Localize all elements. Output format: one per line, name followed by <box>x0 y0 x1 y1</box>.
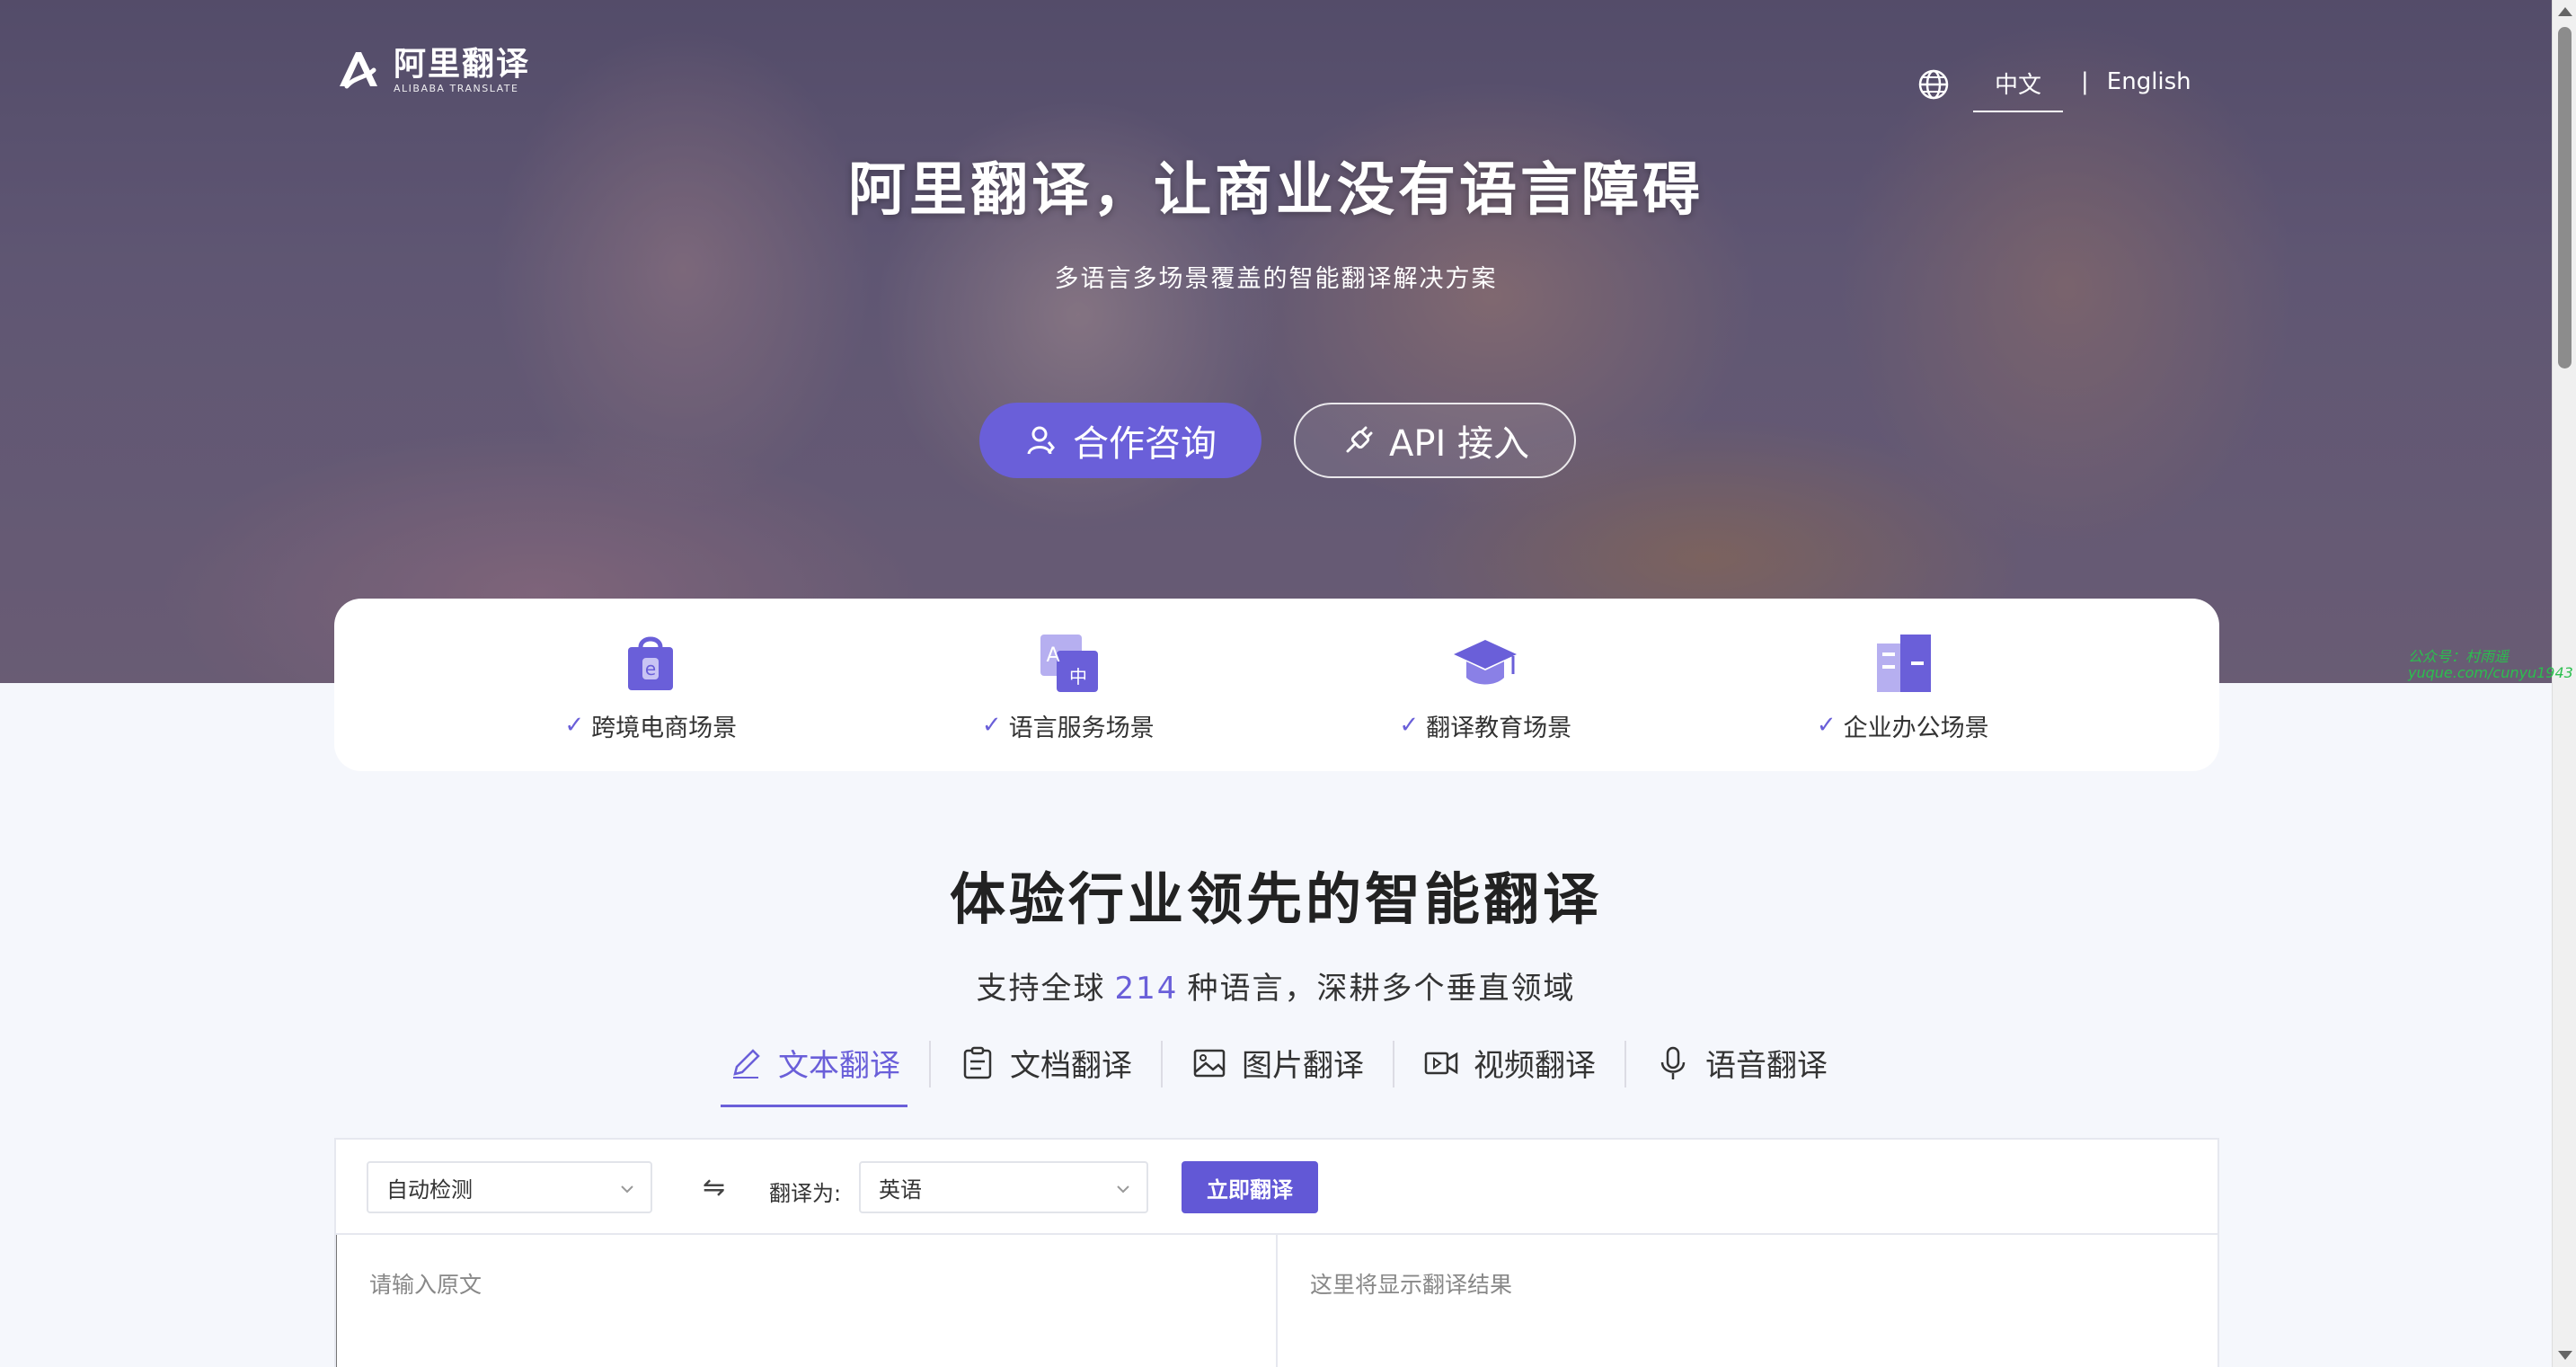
alibaba-translate-logo[interactable]: 阿里翻译 ALIBABA TRANSLATE <box>331 43 530 97</box>
image-icon <box>1193 1049 1226 1077</box>
scenario-label: 翻译教育场景 <box>1426 714 1572 742</box>
scenario-card: e ✓ 跨境电商场景 A 中 ✓ 语言服务场景 ✓ 翻译教育场景 ✓ 企业办公场… <box>334 599 2219 771</box>
scenario-education[interactable]: ✓ 翻译教育场景 <box>1350 627 1620 743</box>
tab-divider <box>1624 1041 1626 1087</box>
target-language-select[interactable]: 英语 <box>859 1161 1148 1213</box>
scenario-language-service[interactable]: A 中 ✓ 语言服务场景 <box>934 627 1203 743</box>
tab-text-translation[interactable]: 文本翻译 <box>721 1041 907 1107</box>
graduation-cap-icon <box>1454 639 1518 684</box>
check-icon: ✓ <box>564 712 585 739</box>
scroll-up-arrow-icon[interactable] <box>2558 7 2572 16</box>
hero-title: 阿里翻译，让商业没有语言障碍 <box>848 156 1704 224</box>
logo-text-en: ALIBABA TRANSLATE <box>394 82 519 94</box>
consult-button[interactable]: 合作咨询 <box>979 403 1261 478</box>
translator-toolbar: 自动检测 ⇋ 翻译为: 英语 立即翻译 <box>336 1140 2217 1235</box>
video-icon <box>1424 1052 1458 1074</box>
globe-icon <box>1918 69 1949 99</box>
logo-icon <box>340 52 377 89</box>
tab-label: 文本翻译 <box>778 1048 900 1084</box>
tab-label: 语音翻译 <box>1705 1048 1828 1084</box>
source-language-select[interactable]: 自动检测 <box>367 1161 652 1213</box>
lang-separator: | <box>2081 67 2089 95</box>
tab-image-translation[interactable]: 图片翻译 <box>1184 1041 1371 1105</box>
tab-voice-translation[interactable]: 语音翻译 <box>1648 1041 1835 1105</box>
api-button[interactable]: API 接入 <box>1294 403 1576 478</box>
shopping-bag-icon: e <box>628 636 674 690</box>
source-text-input[interactable] <box>336 1235 1278 1367</box>
microphone-icon <box>1660 1046 1686 1079</box>
pencil-icon <box>733 1048 760 1079</box>
language-count: 214 <box>1114 971 1179 1007</box>
tab-video-translation[interactable]: 视频翻译 <box>1416 1041 1603 1105</box>
scrollbar-thumb[interactable] <box>2558 27 2572 368</box>
scenario-label: 跨境电商场景 <box>591 714 738 742</box>
lang-option-en[interactable]: English <box>2107 68 2191 95</box>
scenario-office[interactable]: ✓ 企业办公场景 <box>1768 627 2038 743</box>
target-language-value: 英语 <box>879 1176 922 1203</box>
language-switch: 中文 | English <box>1917 56 2191 112</box>
document-icon <box>963 1046 992 1079</box>
chevron-down-icon <box>1117 1185 1129 1194</box>
page-scrollbar[interactable] <box>2552 0 2576 1367</box>
watermark-text: 公众号：村雨遥 yuque.com/cunyu1943 <box>2408 649 2573 681</box>
building-icon <box>1876 634 1931 692</box>
translation-output: 这里将显示翻译结果 <box>1310 1272 1513 1298</box>
section-title: 体验行业领先的智能翻译 <box>949 866 1602 932</box>
target-language-label: 翻译为: <box>769 1181 842 1206</box>
scenario-ecommerce[interactable]: e ✓ 跨境电商场景 <box>516 627 785 743</box>
svg-text:中: 中 <box>1069 666 1087 688</box>
hero-subtitle: 多语言多场景覆盖的智能翻译解决方案 <box>1054 265 1498 293</box>
check-icon: ✓ <box>1399 712 1420 739</box>
user-icon <box>1027 426 1055 455</box>
svg-text:e: e <box>645 658 656 679</box>
section-subtitle-prefix: 支持全球 <box>976 971 1106 1007</box>
translate-now-button[interactable]: 立即翻译 <box>1182 1161 1318 1213</box>
tab-label: 文档翻译 <box>1010 1048 1132 1084</box>
watermark-line-1: 公众号：村雨遥 <box>2408 648 2510 665</box>
translator-panel: 自动检测 ⇋ 翻译为: 英语 立即翻译 这里将显示翻译结果 <box>334 1138 2219 1367</box>
translate-icon: A 中 <box>1040 634 1098 692</box>
tab-document-translation[interactable]: 文档翻译 <box>952 1041 1139 1105</box>
tab-divider <box>1393 1041 1394 1087</box>
api-button-label: API 接入 <box>1389 423 1529 465</box>
section-subtitle: 支持全球 214 种语言，深耕多个垂直领域 <box>0 963 2552 1007</box>
translation-io-area: 这里将显示翻译结果 <box>336 1235 2217 1367</box>
consult-button-label: 合作咨询 <box>1073 423 1217 465</box>
chevron-down-icon <box>621 1185 633 1194</box>
translation-tabs: 文本翻译 文档翻译 图片翻译 视频翻译 语音翻译 <box>721 1041 1835 1111</box>
tab-divider <box>929 1041 931 1087</box>
check-icon: ✓ <box>1816 712 1837 739</box>
hero-banner: 阿里翻译 ALIBABA TRANSLATE 中文 | English 阿里翻译… <box>0 0 2552 683</box>
svg-text:A: A <box>1046 644 1059 667</box>
watermark-line-2: yuque.com/cunyu1943 <box>2408 664 2573 681</box>
scenario-label: 企业办公场景 <box>1843 714 1989 742</box>
scroll-down-arrow-icon[interactable] <box>2558 1351 2572 1360</box>
logo-text-cn: 阿里翻译 <box>394 45 531 83</box>
tab-label: 图片翻译 <box>1242 1048 1364 1084</box>
swap-languages-icon[interactable]: ⇋ <box>703 1172 725 1203</box>
tab-divider <box>1161 1041 1163 1087</box>
check-icon: ✓ <box>981 712 1002 739</box>
source-language-value: 自动检测 <box>386 1176 473 1203</box>
section-subtitle-suffix: 种语言，深耕多个垂直领域 <box>1187 971 1576 1007</box>
lang-option-zh[interactable]: 中文 <box>1973 67 2064 112</box>
plug-icon <box>1346 426 1373 453</box>
scenario-label: 语言服务场景 <box>1008 714 1155 742</box>
tab-label: 视频翻译 <box>1474 1048 1596 1084</box>
